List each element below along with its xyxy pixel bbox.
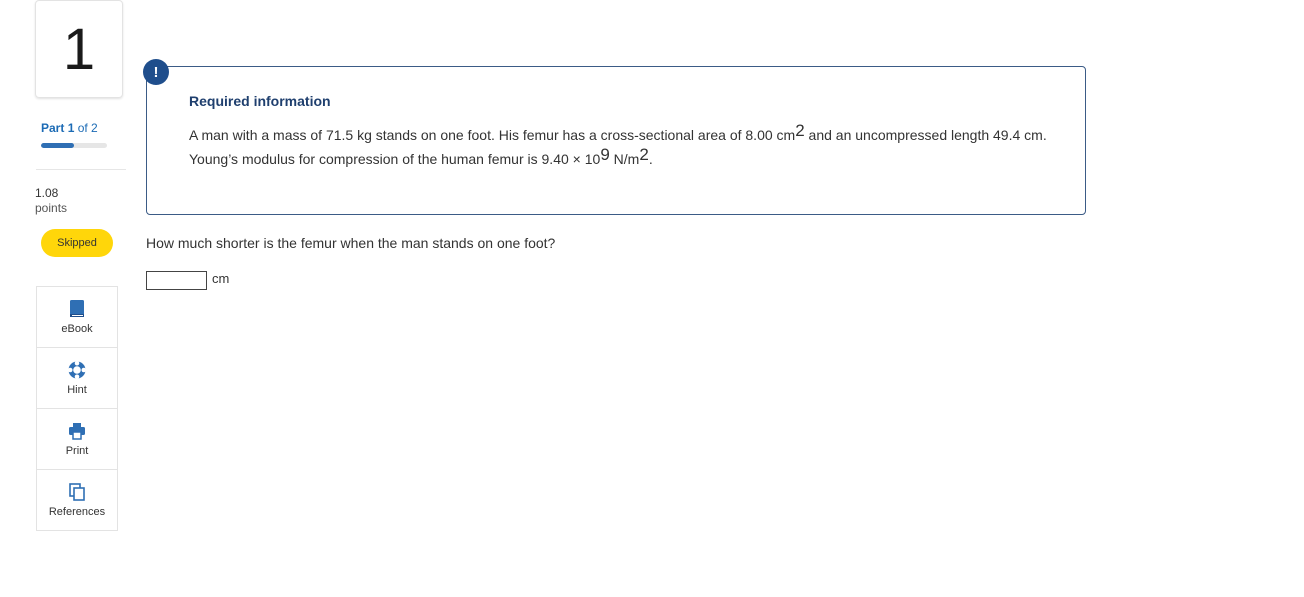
ebook-button[interactable]: eBook bbox=[37, 287, 117, 348]
part-indicator: Part 1 of 2 bbox=[41, 121, 98, 135]
info-text: A man with a mass of 71.5 kg stands on o… bbox=[189, 121, 1059, 171]
info-text-part: A man with a mass of 71.5 kg stands on o… bbox=[189, 127, 796, 143]
print-button[interactable]: Print bbox=[37, 409, 117, 470]
info-superscript: 2 bbox=[639, 145, 649, 164]
hint-button[interactable]: Hint bbox=[37, 348, 117, 409]
question-number: 1 bbox=[35, 0, 123, 98]
info-title: Required information bbox=[189, 93, 331, 109]
info-superscript: 2 bbox=[795, 121, 805, 140]
printer-icon bbox=[69, 423, 85, 440]
part-progress-fill bbox=[41, 143, 74, 148]
part-label: Part bbox=[41, 121, 65, 135]
info-text-part: . bbox=[648, 151, 653, 167]
info-superscript: 9 bbox=[600, 145, 610, 164]
part-total: of 2 bbox=[77, 121, 98, 135]
part-progress-bar bbox=[41, 143, 107, 148]
status-badge: Skipped bbox=[41, 229, 113, 257]
references-button[interactable]: References bbox=[37, 470, 117, 531]
question-prompt: How much shorter is the femur when the m… bbox=[146, 235, 556, 251]
hint-label: Hint bbox=[67, 384, 87, 396]
copy-icon bbox=[69, 483, 85, 501]
required-info-box: Required information A man with a mass o… bbox=[146, 66, 1086, 215]
part-current: 1 bbox=[67, 121, 75, 135]
answer-input[interactable] bbox=[146, 271, 207, 290]
ebook-label: eBook bbox=[61, 323, 93, 335]
points-unit: points bbox=[35, 201, 68, 215]
references-label: References bbox=[48, 506, 106, 518]
book-icon bbox=[70, 300, 84, 317]
divider bbox=[36, 169, 126, 170]
tool-panel: eBook Hint Print References bbox=[36, 286, 118, 531]
info-text-part: N/m bbox=[609, 151, 640, 167]
points-value: 1.08 bbox=[35, 186, 59, 200]
points-display: 1.08 points bbox=[35, 186, 67, 216]
print-label: Print bbox=[65, 445, 89, 457]
answer-unit: cm bbox=[212, 271, 230, 286]
lifebuoy-icon bbox=[67, 360, 87, 380]
alert-icon: ! bbox=[143, 59, 169, 85]
